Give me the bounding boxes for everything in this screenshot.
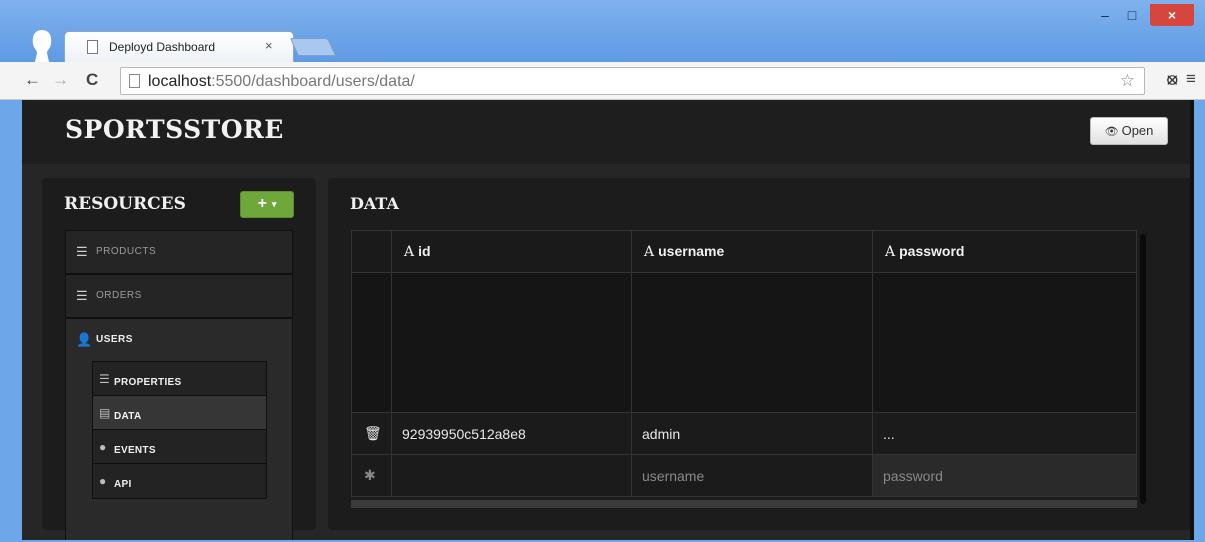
resource-list: ☰ PRODUCTS ☰ ORDERS 👤 USERS ☰ PROPERTIES…	[65, 230, 293, 540]
resource-item-users[interactable]: 👤 USERS ☰ PROPERTIES ▤ DATA ● EVENTS ● A…	[65, 318, 293, 540]
page-icon	[129, 74, 140, 88]
column-header-password[interactable]: Apassword	[872, 230, 1137, 273]
browser-tab-active[interactable]: Deployd Dashboard ×	[64, 31, 294, 62]
submenu-item-data[interactable]: ▤ DATA	[93, 396, 266, 430]
grid-empty-area	[351, 272, 1137, 413]
url-path: :5500/dashboard/users/data/	[211, 73, 415, 90]
empty-cell	[631, 272, 873, 413]
empty-cell	[872, 272, 1137, 413]
page-scrollbar[interactable]	[1190, 100, 1194, 540]
info-icon: ●	[99, 474, 107, 488]
string-type-icon: A	[885, 244, 896, 260]
app-header: SPORTSSTORE 👁 Open	[22, 100, 1194, 164]
submenu-item-properties[interactable]: ☰ PROPERTIES	[93, 362, 266, 396]
header-action-cell	[351, 230, 392, 273]
panel-title: DATA	[350, 194, 399, 213]
url-text[interactable]: localhost:5500/dashboard/users/data/	[148, 73, 415, 91]
submenu-label: API	[114, 479, 132, 490]
password-input[interactable]: password	[872, 454, 1137, 497]
add-resource-button[interactable]: + ▾	[240, 191, 294, 218]
submenu-item-events[interactable]: ● EVENTS	[93, 430, 266, 464]
grid-vertical-scrollbar[interactable]	[1140, 234, 1146, 504]
eye-icon: 👁	[1104, 126, 1119, 138]
hamburger-menu-icon[interactable]: ≡	[1186, 69, 1196, 89]
list-icon: ☰	[99, 372, 110, 386]
resources-sidebar: RESOURCES + ▾ ☰ PRODUCTS ☰ ORDERS 👤 USERS…	[42, 178, 316, 540]
resource-item-orders[interactable]: ☰ ORDERS	[65, 274, 293, 318]
column-header-id[interactable]: Aid	[391, 230, 632, 273]
column-header-username[interactable]: Ausername	[631, 230, 873, 273]
maximize-button[interactable]: □	[1119, 4, 1145, 26]
list-icon: ☰	[76, 288, 88, 303]
users-submenu: ☰ PROPERTIES ▤ DATA ● EVENTS ● API	[92, 361, 267, 499]
caret-down-icon: ▾	[271, 199, 277, 209]
cell-username[interactable]: admin	[631, 412, 873, 455]
empty-cell	[391, 272, 632, 413]
string-type-icon: A	[644, 244, 655, 260]
grid-header-row: Aid Ausername Apassword	[351, 230, 1137, 273]
column-name: username	[658, 243, 725, 259]
resource-item-products[interactable]: ☰ PRODUCTS	[65, 230, 293, 274]
new-tab-button[interactable]	[289, 38, 337, 56]
column-name: id	[418, 243, 431, 259]
open-button[interactable]: 👁 Open	[1090, 117, 1168, 145]
reload-icon[interactable]: C	[86, 70, 98, 90]
empty-cell	[351, 272, 392, 413]
open-label: Open	[1121, 123, 1154, 138]
forward-arrow-icon[interactable]: →	[52, 70, 69, 90]
brand-title: SPORTSSTORE	[65, 115, 284, 144]
plus-icon: +	[257, 195, 267, 213]
address-bar[interactable]: localhost:5500/dashboard/users/data/ ☆	[120, 67, 1145, 95]
browser-titlebar: Deployd Dashboard × – □ ×	[0, 0, 1205, 62]
extension-icon[interactable]: ⦻	[1167, 71, 1178, 89]
back-arrow-icon[interactable]: ←	[24, 70, 41, 90]
resources-title: RESOURCES	[64, 194, 186, 214]
page-icon	[87, 40, 98, 54]
list-icon: ☰	[76, 244, 88, 259]
bookmark-star-icon[interactable]: ☆	[1120, 71, 1135, 91]
new-row: ✱ username password	[351, 454, 1137, 497]
trash-icon[interactable]: 🗑	[351, 412, 392, 455]
tab-close-icon[interactable]: ×	[265, 38, 273, 53]
cell-password[interactable]: ...	[872, 412, 1137, 455]
minimize-button[interactable]: –	[1092, 4, 1118, 26]
user-icon: 👤	[76, 332, 93, 347]
close-window-button[interactable]: ×	[1150, 4, 1194, 26]
column-name: password	[899, 243, 965, 259]
string-type-icon: A	[404, 244, 415, 260]
browser-toolbar: ← → C localhost:5500/dashboard/users/dat…	[0, 62, 1205, 100]
table-icon: ▤	[99, 406, 111, 420]
cell-id[interactable]: 92939950c512a8e8	[391, 412, 632, 455]
submenu-label: EVENTS	[114, 445, 156, 456]
app-page: SPORTSSTORE 👁 Open RESOURCES + ▾ ☰ PRODUCT…	[22, 100, 1194, 540]
resource-label: PRODUCTS	[96, 246, 157, 257]
table-row[interactable]: 🗑 92939950c512a8e8 admin ...	[351, 412, 1137, 455]
grid-horizontal-scrollbar[interactable]	[351, 500, 1137, 508]
resource-label: ORDERS	[96, 290, 142, 301]
data-grid: Aid Ausername Apassword 🗑 92939950c512a8…	[351, 230, 1137, 497]
data-panel: DATA Aid Ausername Apassword 🗑 92939950c…	[328, 178, 1192, 530]
exclamation-icon: ●	[99, 440, 107, 454]
resource-label: USERS	[96, 334, 133, 345]
username-input[interactable]: username	[631, 454, 873, 497]
new-id-cell	[391, 454, 632, 497]
incognito-ghost-icon	[32, 30, 52, 62]
asterisk-icon: ✱	[351, 454, 392, 497]
submenu-label: DATA	[114, 411, 142, 422]
submenu-item-api[interactable]: ● API	[93, 464, 266, 498]
submenu-label: PROPERTIES	[114, 377, 182, 388]
url-host: localhost	[148, 73, 212, 90]
tab-title: Deployd Dashboard	[109, 40, 216, 54]
